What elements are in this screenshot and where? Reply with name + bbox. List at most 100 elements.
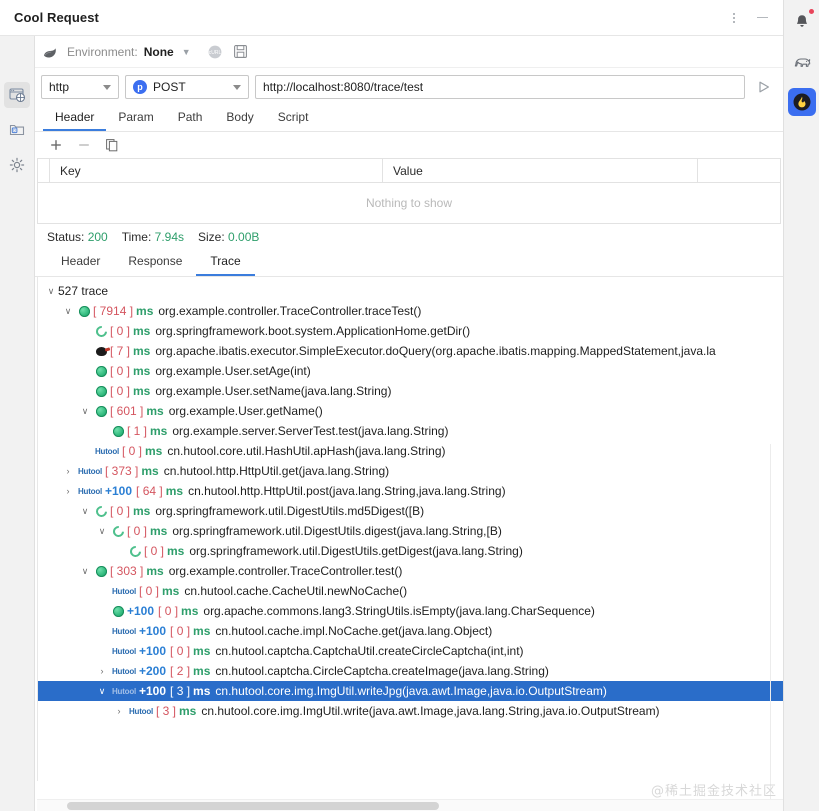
tab-header[interactable]: Header (43, 108, 107, 131)
trace-row[interactable]: [ 0 ] ms org.springframework.util.DigestUt… (38, 541, 783, 561)
horizontal-scrollbar[interactable] (37, 799, 783, 811)
chevron-down-icon[interactable]: ∨ (78, 566, 92, 577)
method-signature: cn.hutool.cache.impl.NoCache.get(java.la… (215, 624, 493, 638)
trace-row[interactable]: Hutool[ 0 ] ms cn.hutool.core.util.HashUti… (38, 441, 783, 461)
trace-tree[interactable]: ∨ 527 trace ∨[ 7914 ] ms org.example.control… (38, 277, 783, 721)
coolrequest-icon[interactable] (787, 88, 816, 116)
protocol-select[interactable]: http (41, 75, 119, 99)
method-select[interactable]: p POST (125, 75, 249, 99)
chevron-down-icon (103, 84, 111, 90)
duration-unit: ms (146, 564, 164, 578)
request-tabs: Header Param Path Body Script (35, 106, 783, 132)
method-signature: org.springframework.util.DigestUtils.md5… (155, 504, 425, 518)
trace-row[interactable]: [ 0 ] ms org.example.User.setName(java.lan… (38, 381, 783, 401)
tab-response-body[interactable]: Response (114, 252, 196, 276)
empty-message: Nothing to show (365, 196, 453, 210)
tab-response-trace[interactable]: Trace (196, 252, 255, 276)
trace-row[interactable]: Hutool +100 [ 0 ] ms cn.hutool.captcha.Cap… (38, 641, 783, 661)
environment-label: Environment: (67, 44, 138, 59)
tab-param[interactable]: Param (106, 108, 165, 131)
method-signature: org.example.User.setName(java.lang.Strin… (155, 384, 392, 398)
sidebar-item-collection[interactable]: D (4, 117, 30, 143)
tab-response-header[interactable]: Header (47, 252, 114, 276)
trace-row[interactable]: ∨ [ 303 ] ms org.example.controller.TraceCo… (38, 561, 783, 581)
chevron-down-icon[interactable]: ∨ (61, 306, 75, 317)
trace-row[interactable]: [ 0 ] ms org.example.User.setAge(int) (38, 361, 783, 381)
trace-row[interactable]: [ 7 ] ms org.apache.ibatis.executor.Simple… (38, 341, 783, 361)
trace-row[interactable]: [ 0 ] ms org.springframework.boot.system.A… (38, 321, 783, 341)
method-signature: cn.hutool.core.util.HashUtil.apHash(java… (167, 444, 446, 458)
trace-row[interactable]: [ 1 ] ms org.example.server.ServerTest.tes… (38, 421, 783, 441)
minimize-icon[interactable] (749, 5, 775, 31)
spring-icon (126, 543, 144, 559)
chevron-down-icon[interactable]: ∨ (78, 406, 92, 417)
kebab-menu-icon[interactable] (721, 5, 747, 31)
time-label: Time: (121, 230, 152, 244)
duration-value: [ 0 ] (139, 584, 160, 598)
trace-row[interactable]: › Hutool[ 373 ] ms cn.hutool.http.HttpUtil.… (38, 461, 783, 481)
hutool-badge: Hutool (111, 646, 137, 656)
spring-icon (109, 523, 127, 539)
method-signature: cn.hutool.captcha.CaptchaUtil.createCirc… (215, 644, 524, 658)
environment-bar: Environment: None ▼ cURL (35, 36, 783, 68)
trace-root-row[interactable]: ∨ 527 trace (38, 281, 783, 301)
environment-value[interactable]: None (144, 45, 174, 59)
sidebar-item-settings[interactable] (4, 152, 30, 178)
chevron-down-icon[interactable]: ∨ (44, 286, 58, 297)
chevron-down-icon[interactable]: ∨ (78, 506, 92, 517)
window-controls (721, 5, 783, 31)
duration-value: [ 7 ] (110, 344, 131, 358)
trace-row[interactable]: ∨ [ 0 ] ms org.springframework.util.DigestU… (38, 501, 783, 521)
tab-body[interactable]: Body (214, 108, 265, 131)
send-button[interactable] (751, 79, 777, 95)
duration-value: [ 0 ] (170, 624, 191, 638)
dinosaur-icon[interactable] (788, 48, 816, 76)
chevron-down-icon[interactable]: ▼ (182, 47, 191, 57)
notifications-icon[interactable] (788, 8, 816, 36)
chevron-right-icon[interactable]: › (61, 486, 75, 496)
duration-unit: ms (145, 444, 163, 458)
trace-row[interactable]: ∨ Hutool +100 [ 3 ] ms cn.hutool.core.img.I… (38, 681, 783, 701)
save-disk-icon[interactable] (231, 42, 251, 62)
call-count-badge: +100 (127, 604, 155, 618)
chevron-right-icon[interactable]: › (95, 666, 109, 676)
duration-value: [ 3 ] (170, 684, 191, 698)
trace-row[interactable]: Hutool +100 [ 0 ] ms cn.hutool.cache.impl.… (38, 621, 783, 641)
column-key[interactable]: Key (50, 159, 383, 182)
chevron-right-icon[interactable]: › (112, 706, 126, 716)
send-play-icon (759, 81, 769, 93)
protocol-value: http (49, 80, 70, 94)
duration-value: [ 0 ] (110, 364, 131, 378)
duration-value: [ 0 ] (110, 504, 131, 518)
app-window: Cool Request D Environment: None ▼ cURL … (0, 0, 819, 811)
trace-row[interactable]: Hutool[ 0 ] ms cn.hutool.cache.CacheUtil.n… (38, 581, 783, 601)
trace-row[interactable]: › Hutool[ 3 ] ms cn.hutool.core.img.ImgUtil… (38, 701, 783, 721)
column-value[interactable]: Value (383, 159, 698, 182)
copy-button[interactable] (103, 136, 121, 154)
spring-leaf-icon (41, 42, 61, 62)
java-icon (109, 605, 127, 617)
trace-row[interactable]: ∨ [ 601 ] ms org.example.User.getName() (38, 401, 783, 421)
trace-row[interactable]: › Hutool +200 [ 2 ] ms cn.hutool.captcha.Ci… (38, 661, 783, 681)
method-signature: cn.hutool.core.img.ImgUtil.write(java.aw… (201, 704, 660, 718)
scrollbar-thumb[interactable] (67, 802, 439, 810)
sidebar-item-request[interactable] (4, 82, 30, 108)
url-input[interactable]: http://localhost:8080/trace/test (255, 75, 745, 99)
tab-path[interactable]: Path (166, 108, 215, 131)
chevron-down-icon[interactable]: ∨ (95, 686, 109, 697)
call-count-badge: +100 (139, 624, 167, 638)
duration-unit: ms (136, 304, 154, 318)
duration-value: [ 601 ] (110, 404, 144, 418)
trace-panel[interactable]: ∨ 527 trace ∨[ 7914 ] ms org.example.control… (37, 277, 783, 781)
chevron-down-icon[interactable]: ∨ (95, 526, 109, 537)
trace-row[interactable]: +100 [ 0 ] ms org.apache.commons.lang3.Str… (38, 601, 783, 621)
remove-row-button[interactable] (75, 136, 93, 154)
duration-value: [ 3 ] (156, 704, 177, 718)
trace-row[interactable]: ∨ [ 7914 ] ms org.example.controller.TraceC… (38, 301, 783, 321)
curl-icon[interactable]: cURL (205, 42, 225, 62)
trace-row[interactable]: › Hutool +100 [ 64 ] ms cn.hutool.http.Http… (38, 481, 783, 501)
trace-row[interactable]: ∨ [ 0 ] ms org.springframework.util.DigestU… (38, 521, 783, 541)
add-row-button[interactable] (47, 136, 65, 154)
tab-script[interactable]: Script (266, 108, 321, 131)
chevron-right-icon[interactable]: › (61, 466, 75, 476)
